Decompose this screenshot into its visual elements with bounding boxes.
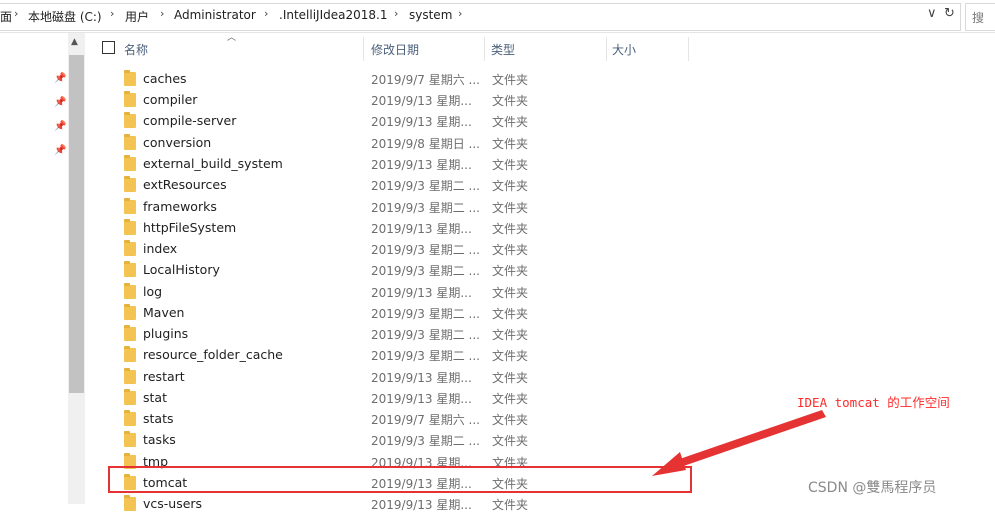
annotation-arrow [652,410,826,476]
annotation-label: IDEA tomcat 的工作空间 [797,395,950,410]
arrow-head [652,452,686,476]
arrow-shaft [668,410,826,470]
watermark: CSDN @雙馬程序员 [808,480,937,496]
